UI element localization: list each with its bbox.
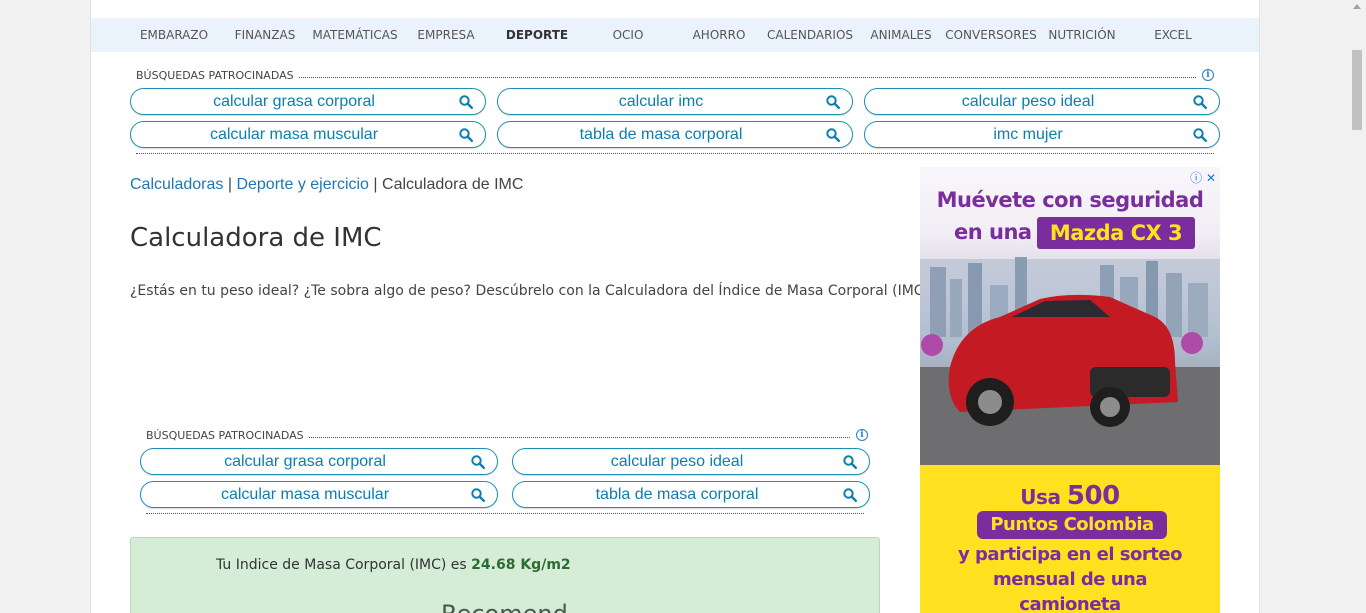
nav-item-finanzas[interactable]: FINANZAS [235, 18, 296, 52]
ad-headline-2: en una [954, 220, 1032, 244]
info-icon[interactable]: i [1202, 69, 1214, 81]
ad-body-text: y participa en el sorteo mensual de una … [920, 542, 1220, 613]
scrollbar-thumb[interactable] [1352, 50, 1362, 130]
page-scrollbar[interactable] [1349, 0, 1366, 613]
sponsored-search-button[interactable]: calcular imc [497, 88, 853, 115]
sponsored-searches-top: BÚSQUEDAS PATROCINADAS i calcular grasa … [130, 69, 1220, 157]
search-icon [459, 95, 473, 109]
top-strip [91, 0, 1259, 18]
scroll-up-arrow-icon[interactable] [1353, 4, 1361, 9]
sponsored-search-label: imc mujer [993, 126, 1063, 143]
ad-headline: Muévete con seguridad [936, 188, 1204, 212]
ad-image-area: Muévete con seguridad en una Mazda CX 3 … [920, 167, 1220, 465]
sponsored-title: BÚSQUEDAS PATROCINADAS [146, 429, 308, 442]
nav-item-embarazo[interactable]: EMBARAZO [140, 18, 208, 52]
search-icon [843, 455, 857, 469]
nav-item-nutricion[interactable]: NUTRICIÓN [1048, 18, 1115, 52]
nav-item-empresa[interactable]: EMPRESA [417, 18, 474, 52]
imc-result-value: 24.68 Kg/m2 [471, 557, 571, 573]
sponsored-search-label: tabla de masa corporal [579, 126, 743, 143]
sponsored-searches-mid: BÚSQUEDAS PATROCINADAS i calcular grasa … [140, 429, 870, 517]
recommendation-heading: Recomend [441, 600, 568, 613]
nav-item-matematicas[interactable]: MATEMÁTICAS [312, 18, 397, 52]
info-icon[interactable]: i [856, 429, 868, 441]
ad-points-number: 500 [1066, 481, 1120, 511]
sponsored-search-button[interactable]: calcular masa muscular [140, 481, 498, 508]
sponsored-divider [136, 153, 1214, 154]
ad-usa-text: Usa [1020, 485, 1061, 509]
sponsored-search-button[interactable]: tabla de masa corporal [497, 121, 853, 148]
nav-item-ahorro[interactable]: AHORRO [693, 18, 746, 52]
sponsored-header: BÚSQUEDAS PATROCINADAS i [136, 69, 1214, 83]
breadcrumb-separator: | [227, 176, 232, 193]
sponsored-search-button[interactable]: tabla de masa corporal [512, 481, 870, 508]
sponsored-search-label: calcular peso ideal [610, 453, 744, 470]
ad-body-line: y participa en el sorteo [958, 544, 1182, 565]
nav-item-animales[interactable]: ANIMALES [870, 18, 931, 52]
imc-result-line: Tu Indice de Masa Corporal (IMC) es 24.6… [216, 557, 571, 573]
imc-result-prefix: Tu Indice de Masa Corporal (IMC) es [216, 557, 467, 573]
search-icon [1193, 128, 1207, 142]
ad-points-label: Puntos Colombia [977, 511, 1167, 539]
nav-item-ocio[interactable]: OCIO [613, 18, 644, 52]
nav-item-deporte[interactable]: DEPORTE [506, 18, 568, 52]
sponsored-search-label: calcular masa muscular [209, 126, 379, 143]
nav-item-excel[interactable]: EXCEL [1154, 18, 1192, 52]
sponsored-search-button[interactable]: calcular peso ideal [512, 448, 870, 475]
close-icon[interactable]: ✕ [1206, 171, 1216, 185]
breadcrumb-separator: | [373, 176, 378, 193]
sponsored-search-button[interactable]: calcular masa muscular [130, 121, 486, 148]
page-title: Calculadora de IMC [130, 223, 382, 253]
ad-controls[interactable]: ⓘ ✕ [1190, 169, 1216, 186]
intro-text: ¿Estás en tu peso ideal? ¿Te sobra algo … [130, 283, 930, 299]
sponsored-search-label: calcular peso ideal [961, 93, 1095, 110]
search-icon [843, 488, 857, 502]
sponsored-search-label: calcular masa muscular [220, 486, 390, 503]
sponsored-search-label: calcular imc [618, 93, 704, 110]
breadcrumb-link-calculadoras[interactable]: Calculadoras [130, 176, 223, 193]
sponsored-search-button[interactable]: calcular peso ideal [864, 88, 1220, 115]
search-icon [471, 488, 485, 502]
search-icon [459, 128, 473, 142]
search-icon [826, 95, 840, 109]
breadcrumb: Calculadoras | Deporte y ejercicio | Cal… [130, 176, 523, 194]
breadcrumb-link-deporte[interactable]: Deporte y ejercicio [236, 176, 369, 193]
sponsored-search-label: calcular grasa corporal [213, 93, 375, 110]
sponsored-search-button[interactable]: calcular grasa corporal [140, 448, 498, 475]
ad-body-line: camioneta [1019, 594, 1121, 613]
sponsored-header: BÚSQUEDAS PATROCINADAS i [146, 429, 868, 443]
ad-banner[interactable]: Muévete con seguridad en una Mazda CX 3 … [920, 167, 1220, 613]
ad-brand-label: Mazda CX 3 [1037, 217, 1195, 249]
search-icon [1193, 95, 1207, 109]
imc-result-box: Tu Indice de Masa Corporal (IMC) es 24.6… [130, 537, 880, 613]
search-icon [471, 455, 485, 469]
nav-item-calendarios[interactable]: CALENDARIOS [767, 18, 853, 52]
sponsored-title: BÚSQUEDAS PATROCINADAS [136, 69, 298, 82]
breadcrumb-current: Calculadora de IMC [382, 176, 524, 193]
sponsored-search-button[interactable]: calcular grasa corporal [130, 88, 486, 115]
sponsored-search-button[interactable]: imc mujer [864, 121, 1220, 148]
nav-item-conversores[interactable]: CONVERSORES [945, 18, 1037, 52]
main-nav: EMBARAZO FINANZAS MATEMÁTICAS EMPRESA DE… [91, 18, 1259, 52]
sponsored-search-label: tabla de masa corporal [595, 486, 759, 503]
sponsored-divider [146, 513, 864, 514]
sponsored-search-label: calcular grasa corporal [224, 453, 386, 470]
adchoices-icon[interactable]: ⓘ [1190, 171, 1202, 185]
ad-body-line: mensual de una [992, 569, 1148, 590]
search-icon [826, 128, 840, 142]
ad-offer-line: Usa 500 [920, 481, 1220, 511]
